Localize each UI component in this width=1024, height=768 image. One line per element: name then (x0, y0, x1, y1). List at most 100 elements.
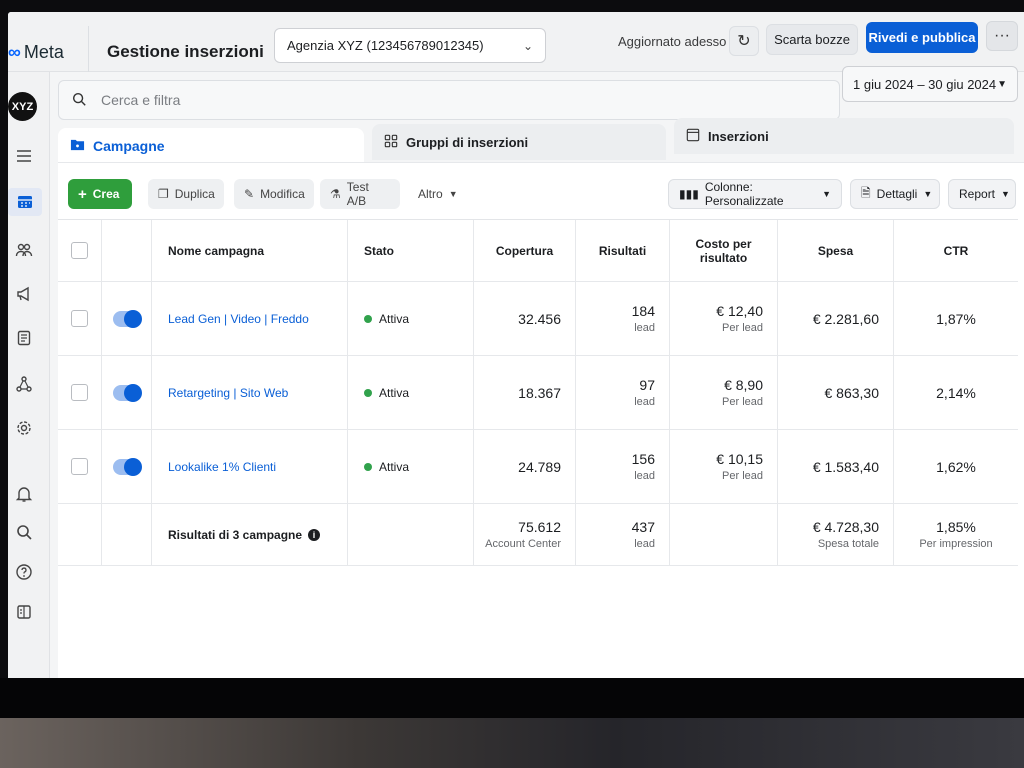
spend-cell: € 2.281,60 (778, 282, 894, 355)
campaign-name-cell: Lead Gen | Video | Freddo (152, 282, 348, 355)
campaign-name-link[interactable]: Lookalike 1% Clienti (168, 460, 276, 474)
edit-button[interactable]: ✎ Modifica (234, 179, 314, 209)
results-value: 156 (631, 451, 655, 467)
ab-test-button[interactable]: ⚗ Test A/B (320, 179, 400, 209)
header-select-cell (58, 220, 102, 281)
campaigns-icon[interactable] (8, 188, 42, 216)
row-checkbox[interactable] (71, 384, 88, 401)
header-results[interactable]: Risultati (576, 220, 670, 281)
header-name[interactable]: Nome campagna (152, 220, 348, 281)
campaign-toggle[interactable] (112, 309, 142, 328)
panel-icon[interactable] (10, 598, 38, 626)
audience-icon[interactable] (10, 236, 38, 264)
cost-value: € 10,15 (716, 451, 763, 467)
reports-icon[interactable] (10, 324, 38, 352)
caret-down-icon: ▼ (1001, 189, 1010, 199)
table-row[interactable]: Lead Gen | Video | Freddo Attiva 32.456 … (58, 282, 1018, 356)
header-ctr[interactable]: CTR (894, 220, 1018, 281)
status-badge: Attiva (364, 386, 409, 400)
search-icon (71, 91, 87, 110)
summary-reach-value: 75.612 (518, 519, 561, 535)
header-toggle-cell (102, 220, 152, 281)
settings-icon[interactable] (10, 414, 38, 442)
tab-adsets[interactable]: Gruppi di inserzioni (372, 124, 666, 160)
columns-button[interactable]: ▮▮▮ Colonne: Personalizzate ▼ (668, 179, 842, 209)
table-row[interactable]: Retargeting | Sito Web Attiva 18.367 97 l… (58, 356, 1018, 430)
reach-cell: 32.456 (474, 282, 576, 355)
spend-cell: € 863,30 (778, 356, 894, 429)
meta-logo[interactable]: ∞ Meta (8, 42, 64, 63)
menu-icon[interactable] (10, 142, 38, 170)
row-select-cell (58, 430, 102, 503)
search-filter-bar[interactable]: Cerca e filtra (58, 80, 840, 120)
integrations-icon[interactable] (10, 370, 38, 398)
campaigns-table: Nome campagna Stato Copertura Risultati … (58, 219, 1018, 566)
plus-icon: + (78, 185, 87, 203)
spend-value: € 863,30 (824, 384, 880, 401)
megaphone-icon[interactable] (10, 280, 38, 308)
tab-campaigns[interactable]: Campagne (58, 128, 364, 164)
account-avatar[interactable]: XYZ (8, 92, 37, 121)
date-range-label: 1 giu 2024 – 30 giu 2024 (853, 76, 997, 92)
table-row[interactable]: Lookalike 1% Clienti Attiva 24.789 156 le… (58, 430, 1018, 504)
caret-down-icon: ▼ (997, 78, 1007, 90)
tab-campaigns-label: Campagne (93, 138, 165, 154)
campaign-toggle[interactable] (112, 457, 142, 476)
summary-ctr-value: 1,85% (936, 519, 976, 535)
summary-reach-unit: Account Center (485, 538, 561, 550)
refresh-button[interactable]: ↻ (729, 26, 759, 56)
more-options-button[interactable]: ··· (986, 21, 1018, 51)
summary-label: Risultati di 3 campagne i (168, 528, 321, 542)
cost-cell: € 12,40 Per lead (670, 282, 778, 355)
header-cost-line2: risultato (699, 250, 748, 265)
account-selector[interactable]: Agenzia XYZ (123456789012345) ⌄ (274, 28, 546, 63)
campaign-name-link[interactable]: Lead Gen | Video | Freddo (168, 312, 309, 326)
row-checkbox[interactable] (71, 458, 88, 475)
row-checkbox[interactable] (71, 310, 88, 327)
breakdown-button[interactable]: 🗎 Dettagli ▼ (850, 179, 940, 209)
results-cell: 97 lead (576, 356, 670, 429)
results-unit: lead (634, 470, 655, 482)
duplicate-icon: ❐ (158, 187, 169, 201)
header-reach[interactable]: Copertura (474, 220, 576, 281)
header-status[interactable]: Stato (348, 220, 474, 281)
ctr-cell: 1,87% (894, 282, 1018, 355)
summary-empty-cell (102, 504, 152, 565)
tab-ads[interactable]: Inserzioni (674, 118, 1014, 154)
discard-drafts-button[interactable]: Scarta bozze (766, 24, 858, 55)
review-publish-button[interactable]: Rivedi e pubblica (866, 22, 978, 53)
duplicate-button[interactable]: ❐ Duplica (148, 179, 224, 209)
header-cost-per-result[interactable]: Costo per risultato (670, 220, 778, 281)
campaign-name-cell: Retargeting | Sito Web (152, 356, 348, 429)
row-toggle-cell (102, 430, 152, 503)
tab-ads-label: Inserzioni (708, 128, 769, 144)
reports-button[interactable]: Report ▼ (948, 179, 1016, 209)
ctr-value: 1,62% (936, 458, 976, 475)
cost-unit: Per lead (722, 470, 763, 482)
status-cell: Attiva (348, 430, 474, 503)
edit-label: Modifica (260, 187, 305, 201)
toggle-knob (123, 309, 142, 328)
row-toggle-cell (102, 356, 152, 429)
more-actions-button[interactable]: Altro ▼ (408, 179, 468, 209)
header-spend[interactable]: Spesa (778, 220, 894, 281)
results-cell: 184 lead (576, 282, 670, 355)
search-icon[interactable] (10, 518, 38, 546)
select-all-checkbox[interactable] (71, 242, 88, 259)
create-button[interactable]: + Crea (68, 179, 132, 209)
pencil-icon: ✎ (244, 187, 255, 201)
cost-cell: € 10,15 Per lead (670, 430, 778, 503)
reach-value: 32.456 (518, 310, 561, 327)
notifications-icon[interactable] (10, 480, 38, 508)
campaign-name-link[interactable]: Retargeting | Sito Web (168, 386, 288, 400)
active-dot-icon (364, 388, 372, 397)
meta-logo-icon: ∞ (8, 42, 21, 62)
summary-results-value: 437 (631, 519, 655, 535)
summary-ctr-cell: 1,85% Per impression (894, 504, 1018, 565)
help-icon[interactable] (10, 558, 38, 586)
grid-icon (384, 134, 398, 151)
updated-status: Aggiornato adesso (618, 34, 727, 49)
date-range-picker[interactable]: 1 giu 2024 – 30 giu 2024 ▼ (842, 66, 1018, 102)
info-icon[interactable]: i (308, 528, 321, 541)
campaign-toggle[interactable] (112, 383, 142, 402)
